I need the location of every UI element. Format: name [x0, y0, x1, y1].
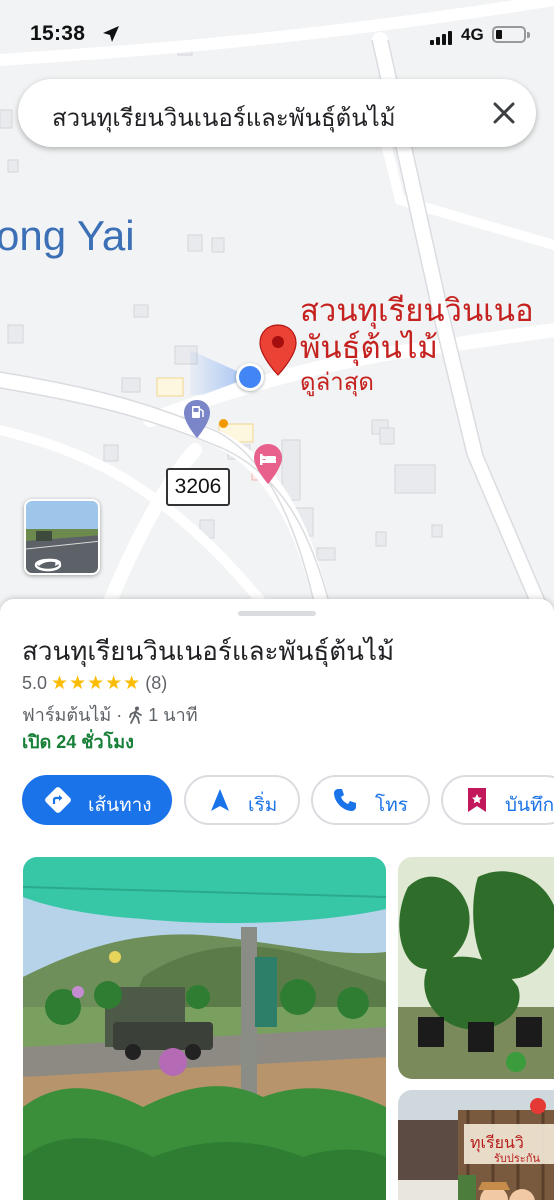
search-query[interactable]: สวนทุเรียนวินเนอร์และพันธุ์ต้นไม้ — [52, 98, 442, 137]
directions-icon — [45, 787, 71, 813]
close-icon[interactable] — [488, 97, 520, 129]
signal-icon — [430, 27, 454, 45]
place-title: สวนทุเรียนวินเนอร์และพันธุ์ต้นไม้ — [22, 636, 395, 666]
search-bar[interactable]: สวนทุเรียนวินเนอร์และพันธุ์ต้นไม้ — [18, 79, 536, 147]
walk-time: 1 นาที — [148, 705, 198, 725]
status-time: 15:38 — [30, 22, 86, 45]
map-place-name-line2: พันธุ์ต้นไม้ — [300, 330, 438, 365]
pin-icon[interactable] — [259, 324, 297, 376]
call-button[interactable]: โทร — [311, 775, 430, 825]
open-hours: เปิด 24 ชั่วโมง — [22, 732, 134, 752]
phone-icon — [334, 789, 356, 811]
sign-text-line2: รับประกัน — [494, 1152, 540, 1165]
review-count: (8) — [145, 673, 168, 693]
directions-label: เส้นทาง — [88, 795, 152, 816]
search-fade — [388, 89, 448, 137]
location-arrow-icon — [103, 26, 119, 42]
directions-button[interactable]: เส้นทาง — [22, 775, 172, 825]
save-label: บันทึก — [505, 795, 554, 816]
rating-stars: ★★★★★ — [51, 673, 142, 694]
street-view-icon[interactable] — [24, 499, 100, 575]
map-town-label: ong Yai — [0, 212, 135, 259]
poi-dot[interactable] — [219, 419, 228, 428]
place-sheet[interactable]: สวนทุเรียนวินเนอร์และพันธุ์ต้นไม้ 5.0 ★★★… — [0, 599, 554, 1200]
start-button[interactable]: เริ่ม — [184, 775, 300, 825]
place-category: ฟาร์มต้นไม้ · — [22, 705, 123, 725]
battery-icon — [492, 26, 530, 43]
place-photo-main[interactable] — [23, 857, 386, 1200]
status-bar: 15:38 4G — [0, 0, 554, 70]
save-button[interactable]: บันทึก — [441, 775, 554, 825]
map-place-label[interactable]: สวนทุเรียนวินเนอ พันธุ์ต้นไม้ ดูล่าสุด — [300, 292, 534, 400]
call-label: โทร — [375, 795, 408, 816]
start-label: เริ่ม — [248, 795, 278, 816]
navigation-icon — [211, 789, 229, 811]
route-shield: 3206 — [166, 468, 230, 506]
map-place-status: ดูล่าสุด — [300, 369, 375, 396]
rating-row[interactable]: 5.0 ★★★★★ (8) — [22, 672, 167, 695]
category-row: ฟาร์มต้นไม้ · 1 นาที — [22, 700, 198, 729]
bookmark-icon — [468, 788, 486, 812]
sign-text-line1: ทุเรียนวิ — [470, 1133, 524, 1153]
hotel-icon[interactable] — [253, 443, 283, 485]
place-photo-3[interactable]: ทุเรียนวิ รับประกัน — [398, 1090, 554, 1200]
sheet-handle[interactable] — [238, 611, 316, 616]
gas-station-icon[interactable] — [183, 399, 211, 439]
place-photo-2[interactable] — [398, 857, 554, 1079]
walking-icon — [129, 706, 143, 724]
rating-value: 5.0 — [22, 673, 48, 693]
network-type: 4G — [461, 25, 484, 44]
map-place-name-line1: สวนทุเรียนวินเนอ — [300, 293, 534, 328]
